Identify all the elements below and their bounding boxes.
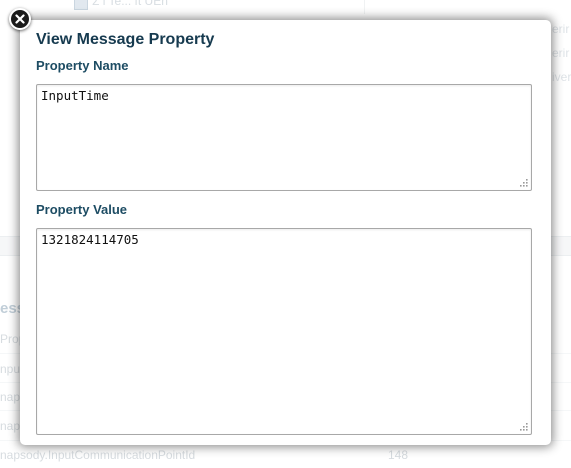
- dialog-title: View Message Property: [36, 31, 215, 48]
- property-name-label: Property Name: [36, 58, 129, 73]
- close-icon: [15, 14, 25, 24]
- property-name-value: InputTime: [41, 88, 109, 103]
- property-value-textarea[interactable]: 1321824114705: [36, 228, 532, 435]
- close-button[interactable]: [9, 8, 31, 30]
- property-name-textarea[interactable]: InputTime: [36, 84, 532, 191]
- property-value-label: Property Value: [36, 202, 128, 217]
- resize-grip-icon[interactable]: [518, 177, 528, 187]
- property-value-value: 1321824114705: [41, 232, 139, 247]
- resize-grip-icon[interactable]: [518, 421, 528, 431]
- view-message-property-dialog: View Message Property Property Name Inpu…: [20, 20, 551, 445]
